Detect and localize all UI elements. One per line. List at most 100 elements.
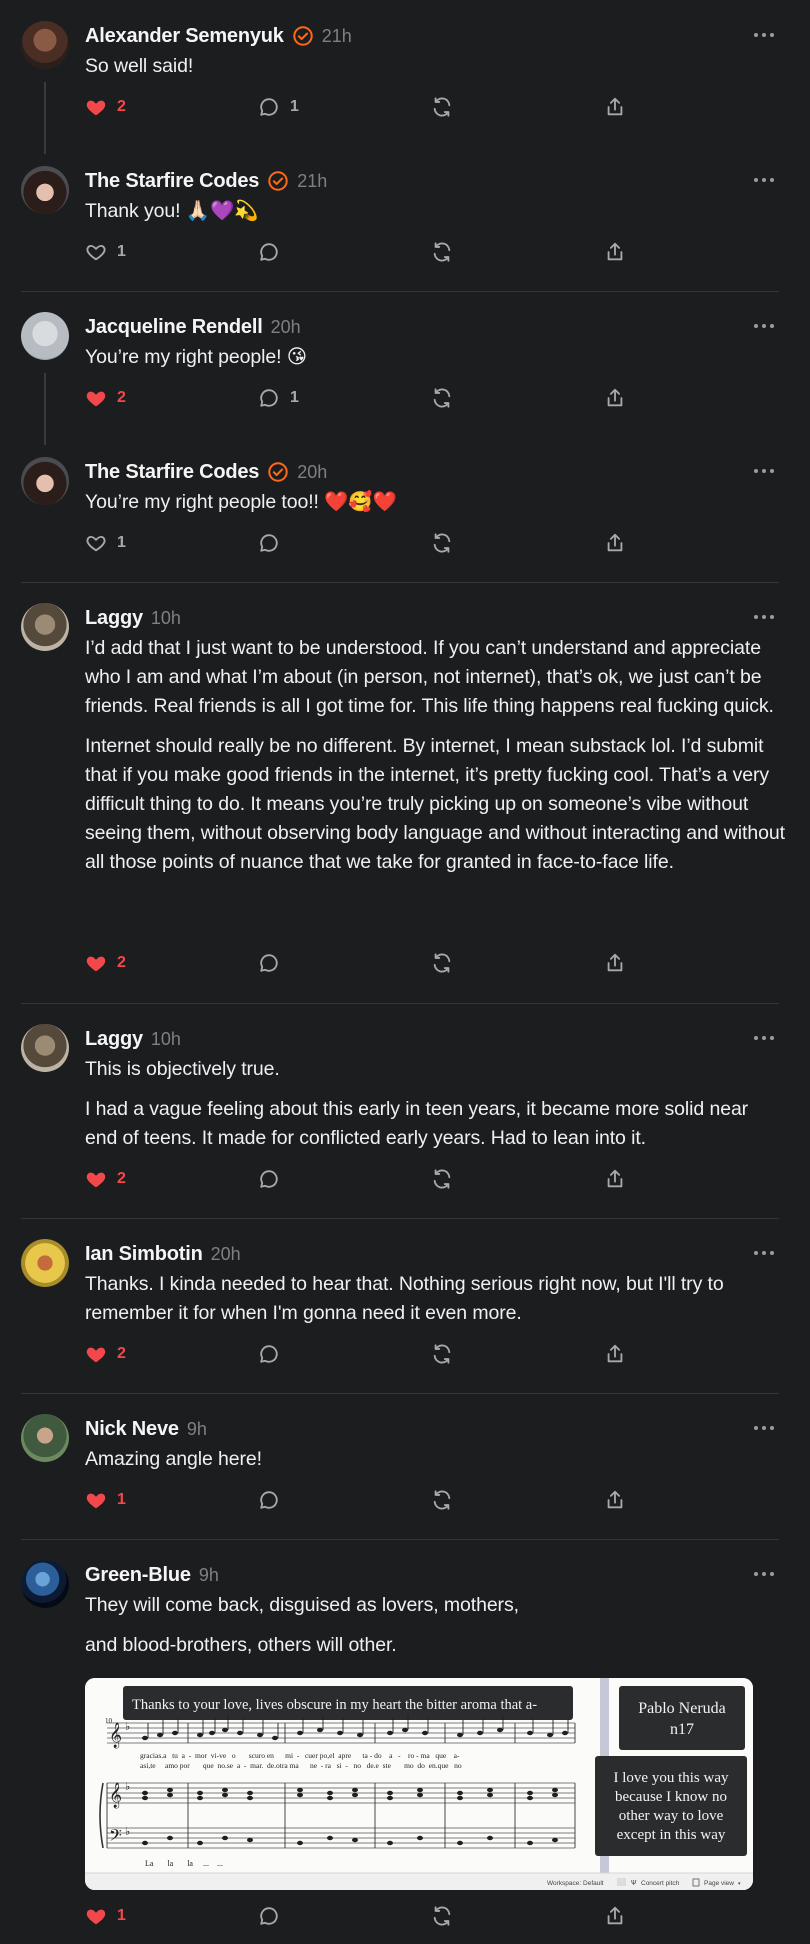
avatar[interactable] <box>21 1024 69 1072</box>
avatar[interactable] <box>21 312 69 360</box>
share-icon <box>607 953 623 972</box>
reply-button[interactable] <box>258 1905 280 1927</box>
comment-body: Thanks. I kinda needed to hear that. Not… <box>85 1270 785 1328</box>
like-count: 2 <box>117 1170 126 1187</box>
like-button[interactable]: 2 <box>85 1168 126 1190</box>
more-options-icon[interactable] <box>753 1569 775 1579</box>
restack-icon <box>433 242 451 262</box>
comment-body: You’re my right people too!! ❤️🥰❤️ <box>85 488 785 517</box>
attached-image[interactable]: Thanks to your love, lives obscure in my… <box>85 1678 753 1890</box>
like-button[interactable]: 2 <box>85 387 126 409</box>
divider <box>21 1218 779 1219</box>
heart-icon <box>86 1172 106 1188</box>
like-button[interactable]: 2 <box>85 1343 126 1365</box>
avatar[interactable] <box>21 603 69 651</box>
reply-button[interactable] <box>258 1489 280 1511</box>
comment-time: 20h <box>270 316 301 337</box>
like-button[interactable]: 1 <box>85 532 126 554</box>
comment-author[interactable]: Nick Neve <box>85 1418 179 1441</box>
comment-text: Internet should really be no different. … <box>85 735 785 873</box>
like-button[interactable]: 2 <box>85 96 126 118</box>
share-button[interactable] <box>604 241 626 263</box>
reply-button[interactable] <box>258 1168 280 1190</box>
restack-button[interactable] <box>431 952 453 974</box>
comment-body: I’d add that I just want to be understoo… <box>85 634 785 877</box>
avatar[interactable] <box>21 1560 69 1608</box>
restack-icon <box>433 1169 451 1189</box>
like-count: 2 <box>117 954 126 971</box>
lyric-banner-text: Thanks to your love, lives obscure in my… <box>132 1697 537 1713</box>
share-button[interactable] <box>604 1905 626 1927</box>
share-button[interactable] <box>604 387 626 409</box>
reply-button[interactable]: 1 <box>258 96 299 118</box>
share-button[interactable] <box>604 952 626 974</box>
comment-author[interactable]: Laggy <box>85 607 143 630</box>
comment-time: 21h <box>297 170 328 191</box>
comment-text: I had a vague feeling about this early i… <box>85 1098 749 1149</box>
share-button[interactable] <box>604 1489 626 1511</box>
more-options-icon[interactable] <box>753 1423 775 1433</box>
avatar[interactable] <box>21 457 69 505</box>
share-button[interactable] <box>604 1168 626 1190</box>
sheet-music-image: Thanks to your love, lives obscure in my… <box>85 1678 753 1890</box>
title-box <box>619 1686 745 1750</box>
more-options-icon[interactable] <box>753 175 775 185</box>
like-count: 1 <box>117 534 126 551</box>
restack-button[interactable] <box>431 1905 453 1927</box>
restack-button[interactable] <box>431 1168 453 1190</box>
comment-author[interactable]: Green-Blue <box>85 1564 191 1587</box>
restack-button[interactable] <box>431 1343 453 1365</box>
treble-clef-icon: 𝄞 <box>109 1782 122 1808</box>
restack-button[interactable] <box>431 96 453 118</box>
more-options-icon[interactable] <box>753 30 775 40</box>
share-button[interactable] <box>604 1343 626 1365</box>
reply-button[interactable] <box>258 532 280 554</box>
comment-time: 9h <box>198 1564 219 1585</box>
comment-author[interactable]: Laggy <box>85 1028 143 1051</box>
avatar[interactable] <box>21 21 69 69</box>
comment-author[interactable]: Alexander Semenyuk <box>85 25 284 48</box>
comment-author[interactable]: Ian Simbotin <box>85 1243 203 1266</box>
comment-body: So well said! <box>85 52 785 81</box>
reply-button[interactable] <box>258 1343 280 1365</box>
more-options-icon[interactable] <box>753 321 775 331</box>
comment-text: Thanks. I kinda needed to hear that. Not… <box>85 1273 724 1324</box>
share-button[interactable] <box>604 532 626 554</box>
thread-line <box>44 373 46 445</box>
comment-author[interactable]: Jacqueline Rendell <box>85 316 263 339</box>
comment-text: This is objectively true. <box>85 1058 280 1080</box>
comment-actions: 2 1 <box>85 96 645 122</box>
comment-body: You’re my right people! 😘 <box>85 343 785 372</box>
heart-icon <box>86 391 106 407</box>
more-options-icon[interactable] <box>753 1033 775 1043</box>
restack-icon <box>433 388 451 408</box>
avatar[interactable] <box>21 166 69 214</box>
like-button[interactable]: 1 <box>85 1905 126 1927</box>
restack-button[interactable] <box>431 387 453 409</box>
avatar[interactable] <box>21 1414 69 1462</box>
comment-author[interactable]: The Starfire Codes <box>85 461 259 484</box>
treble-clef-icon: 𝄞 <box>109 1722 122 1748</box>
more-options-icon[interactable] <box>753 612 775 622</box>
comment-text: and blood-brothers, others will other. <box>85 1634 397 1656</box>
restack-button[interactable] <box>431 241 453 263</box>
reply-button[interactable]: 1 <box>258 387 299 409</box>
more-options-icon[interactable] <box>753 1248 775 1258</box>
share-icon <box>607 1344 623 1363</box>
restack-icon <box>433 1490 451 1510</box>
more-options-icon[interactable] <box>753 466 775 476</box>
restack-button[interactable] <box>431 1489 453 1511</box>
share-button[interactable] <box>604 96 626 118</box>
avatar[interactable] <box>21 1239 69 1287</box>
share-icon <box>607 242 623 261</box>
comment-bubble-icon <box>260 1491 278 1509</box>
like-button[interactable]: 2 <box>85 952 126 974</box>
comment-body: They will come back, disguised as lovers… <box>85 1591 785 1660</box>
restack-button[interactable] <box>431 532 453 554</box>
reply-button[interactable] <box>258 952 280 974</box>
like-button[interactable]: 1 <box>85 1489 126 1511</box>
reply-button[interactable] <box>258 241 280 263</box>
like-button[interactable]: 1 <box>85 241 126 263</box>
comment-author[interactable]: The Starfire Codes <box>85 170 259 193</box>
heart-icon <box>86 1347 106 1363</box>
